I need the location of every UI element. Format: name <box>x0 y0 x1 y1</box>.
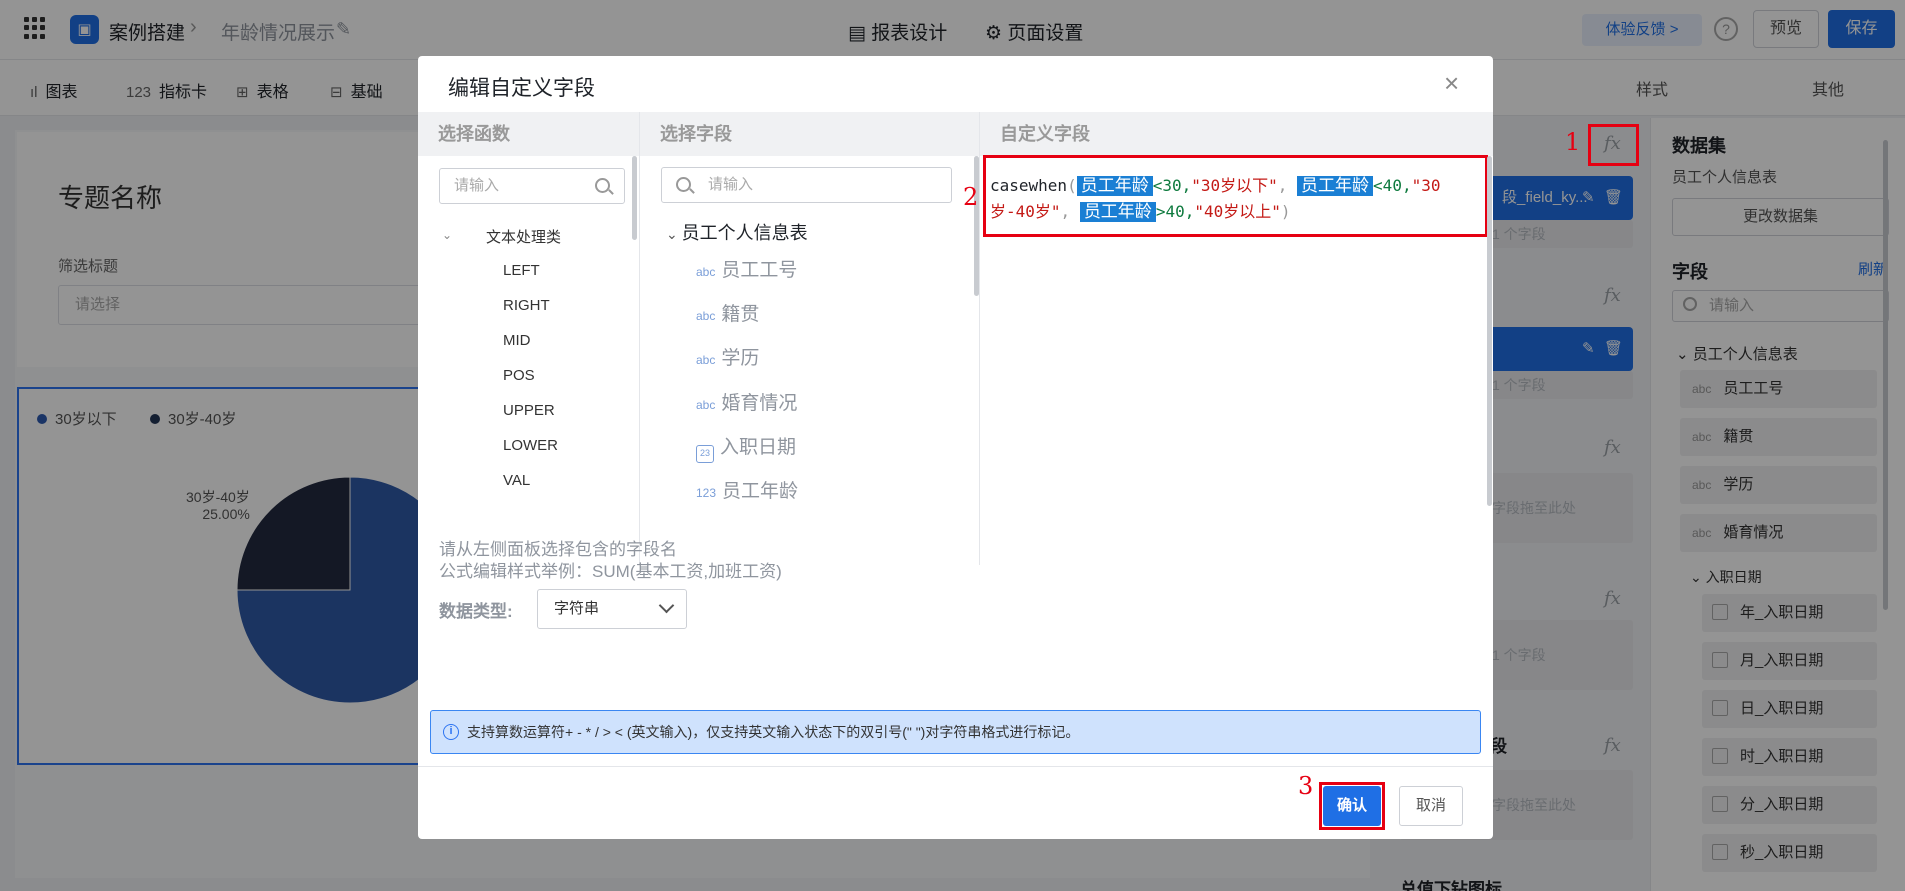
annotation-box-formula <box>983 155 1488 237</box>
annotation-box-confirm <box>1319 782 1385 830</box>
chevron-down-icon <box>658 597 675 614</box>
function-category[interactable]: 文本处理类 <box>486 226 561 247</box>
column-divider <box>639 112 640 565</box>
text-type-icon: abc <box>696 398 716 412</box>
function-item[interactable]: LEFT <box>503 262 540 279</box>
fields-column-header: 选择字段 <box>640 112 979 156</box>
function-item[interactable]: RIGHT <box>503 297 550 314</box>
field-search-input[interactable]: 请输入 <box>661 167 952 203</box>
edit-custom-field-dialog: 编辑自定义字段 × 选择函数 选择字段 自定义字段 请输入 ⌄ 文本处理类 LE… <box>418 56 1493 839</box>
calendar-icon: 23 <box>696 445 714 463</box>
column-divider <box>979 112 980 565</box>
annotation-box-fx <box>1588 124 1639 166</box>
search-icon <box>595 178 610 193</box>
annotation-number-2: 2 <box>963 183 979 211</box>
annotation-number-1: 1 <box>1565 128 1581 156</box>
text-type-icon: abc <box>696 265 716 279</box>
function-item[interactable]: LOWER <box>503 437 558 454</box>
function-scrollbar[interactable] <box>632 156 637 240</box>
field-item[interactable]: 23 入职日期 <box>696 432 796 463</box>
hint-line-2: 公式编辑样式举例：SUM(基本工资,加班工资) <box>439 562 782 581</box>
text-type-icon: abc <box>696 309 716 323</box>
dataset-node[interactable]: ⌄ 员工个人信息表 <box>666 219 808 245</box>
function-item[interactable]: UPPER <box>503 402 555 419</box>
annotation-number-3: 3 <box>1298 772 1314 800</box>
field-item[interactable]: 123 员工年龄 <box>696 476 798 503</box>
chevron-down-icon: ⌄ <box>666 226 682 242</box>
search-icon <box>676 177 691 192</box>
field-item[interactable]: abc 婚育情况 <box>696 388 797 415</box>
data-type-label: 数据类型: <box>439 602 513 621</box>
formula-scrollbar[interactable] <box>1487 156 1492 506</box>
dialog-title: 编辑自定义字段 <box>448 77 595 100</box>
footer-divider <box>418 766 1493 767</box>
function-item[interactable]: MID <box>503 332 531 349</box>
cancel-button[interactable]: 取消 <box>1399 786 1463 826</box>
info-banner: i 支持算数运算符+ - * / > < (英文输入)，仅支持英文输入状态下的双… <box>430 710 1481 754</box>
text-type-icon: abc <box>696 353 716 367</box>
field-item[interactable]: abc 籍贯 <box>696 299 759 326</box>
function-item[interactable]: VAL <box>503 472 530 489</box>
close-icon[interactable]: × <box>1444 70 1459 96</box>
function-item[interactable]: POS <box>503 367 535 384</box>
functions-column-header: 选择函数 <box>418 112 639 156</box>
chevron-down-icon[interactable]: ⌄ <box>442 228 452 242</box>
function-search-input[interactable]: 请输入 <box>439 168 625 204</box>
field-item[interactable]: abc 员工工号 <box>696 255 797 282</box>
number-type-icon: 123 <box>696 486 717 500</box>
info-icon: i <box>443 724 459 740</box>
data-type-select[interactable]: 字符串 <box>537 589 687 629</box>
field-item[interactable]: abc 学历 <box>696 343 759 370</box>
custom-column-header: 自定义字段 <box>980 112 1493 156</box>
field-scrollbar[interactable] <box>974 156 979 296</box>
